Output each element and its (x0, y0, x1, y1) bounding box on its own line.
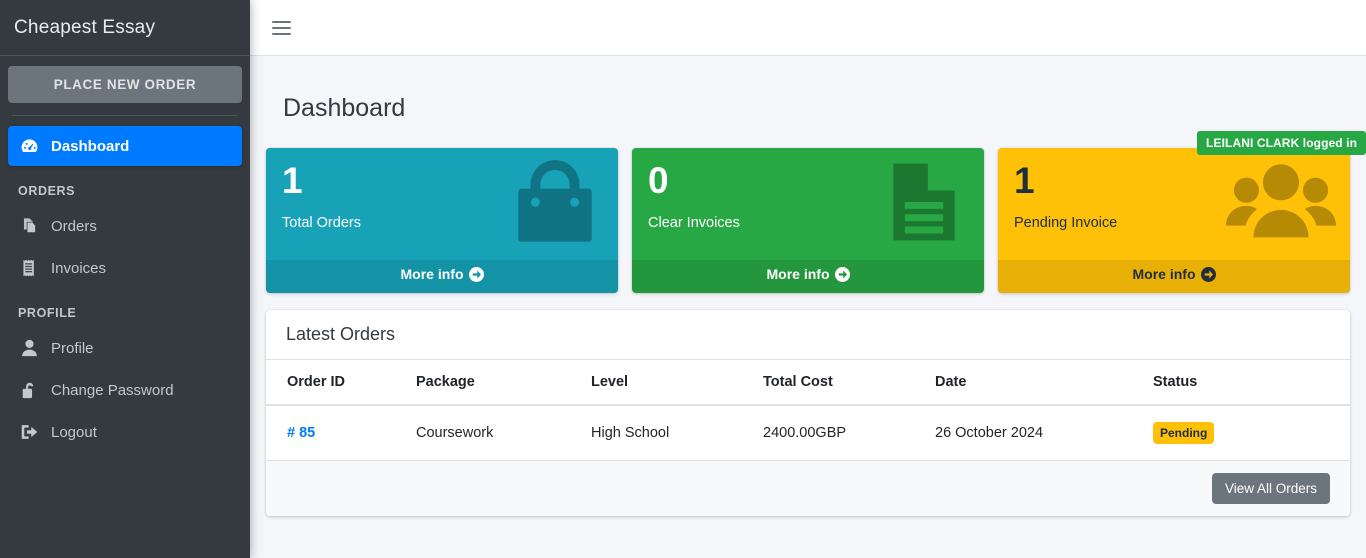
tachometer-icon (18, 136, 40, 156)
status-badge-logged-in: LEILANI CLARK logged in (1197, 131, 1366, 155)
sidebar-item-label: Orders (51, 217, 97, 235)
stat-card-more-info-label: More info (400, 266, 464, 282)
sidebar-item-dashboard[interactable]: Dashboard (8, 126, 242, 166)
app-root: Cheapest Essay PLACE NEW ORDER Dashboard… (0, 0, 1366, 558)
sidebar-item-logout[interactable]: Logout (8, 412, 242, 452)
sidebar: Cheapest Essay PLACE NEW ORDER Dashboard… (0, 0, 250, 558)
sidebar-body: PLACE NEW ORDER Dashboard ORDERS Orders … (0, 56, 250, 454)
sidebar-section-header-profile: PROFILE (18, 306, 77, 320)
table-head: Order ID Package Level Total Cost Date S… (266, 360, 1350, 406)
unlock-icon (18, 380, 40, 400)
circle-arrow-right-icon (834, 267, 850, 285)
cell-level: High School (591, 405, 763, 461)
sidebar-item-invoices[interactable]: Invoices (8, 248, 242, 288)
column-header-package: Package (416, 360, 591, 406)
column-header-date: Date (935, 360, 1153, 406)
column-header-level: Level (591, 360, 763, 406)
stat-card-number: 1 (282, 160, 303, 201)
column-header-status: Status (1153, 360, 1350, 406)
circle-arrow-right-icon (468, 267, 484, 285)
cell-total-cost: 2400.00GBP (763, 405, 935, 461)
stat-card-number: 1 (1014, 160, 1035, 201)
sidebar-item-label: Dashboard (51, 137, 130, 155)
user-icon (18, 338, 40, 358)
stat-card-more-info-link[interactable]: More info (266, 260, 618, 293)
latest-orders-table: Order ID Package Level Total Cost Date S… (266, 360, 1350, 461)
cell-package: Coursework (416, 405, 591, 461)
sidebar-item-label: Logout (51, 423, 97, 441)
table-body: # 85 Coursework High School 2400.00GBP 2… (266, 405, 1350, 461)
latest-orders-card: Latest Orders Order ID Package Level Tot… (266, 310, 1350, 516)
brand[interactable]: Cheapest Essay (0, 0, 250, 56)
stat-card-total-orders[interactable]: 1 Total Orders More info (266, 148, 618, 293)
sidebar-item-orders[interactable]: Orders (8, 206, 242, 246)
cell-status: Pending (1153, 405, 1350, 461)
page-title: Dashboard (283, 94, 406, 122)
sidebar-item-change-password[interactable]: Change Password (8, 370, 242, 410)
stat-card-more-info-label: More info (766, 266, 830, 282)
stat-card-pending-invoice[interactable]: 1 Pending Invoice More info (998, 148, 1350, 293)
latest-orders-header: Latest Orders (266, 310, 1350, 360)
stat-card-label: Clear Invoices (648, 215, 740, 231)
latest-orders-title: Latest Orders (286, 324, 396, 344)
sidebar-item-label: Profile (51, 339, 94, 357)
cell-order-id: # 85 (266, 405, 416, 461)
brand-title: Cheapest Essay (14, 16, 156, 38)
main-area: LEILANI CLARK logged in Dashboard 1 Tota… (250, 0, 1366, 558)
sidebar-section-header-orders: ORDERS (18, 184, 76, 198)
copy-files-icon (18, 216, 40, 236)
stat-card-number: 0 (648, 160, 669, 201)
hamburger-icon[interactable] (270, 15, 296, 41)
place-new-order-button[interactable]: PLACE NEW ORDER (8, 66, 242, 103)
column-header-order-id: Order ID (266, 360, 416, 406)
receipt-icon (18, 258, 40, 278)
column-header-total-cost: Total Cost (763, 360, 935, 406)
order-id-link[interactable]: # 85 (287, 425, 315, 441)
sidebar-divider (12, 115, 238, 116)
sign-out-icon (18, 422, 40, 442)
sidebar-item-profile[interactable]: Profile (8, 328, 242, 368)
content-wrapper: LEILANI CLARK logged in Dashboard 1 Tota… (250, 56, 1366, 558)
view-all-orders-button[interactable]: View All Orders (1211, 473, 1330, 504)
latest-orders-footer: View All Orders (266, 461, 1350, 516)
sidebar-item-label: Change Password (51, 381, 174, 399)
cell-date: 26 October 2024 (935, 405, 1153, 461)
stat-card-body: 1 Pending Invoice (998, 148, 1350, 260)
stat-card-body: 1 Total Orders (266, 148, 618, 260)
circle-arrow-right-icon (1200, 267, 1216, 285)
stat-card-more-info-label: More info (1132, 266, 1196, 282)
top-navbar (250, 0, 1366, 56)
sidebar-item-label: Invoices (51, 259, 107, 277)
status-badge: Pending (1153, 422, 1215, 444)
stat-card-body: 0 Clear Invoices (632, 148, 984, 260)
stat-card-clear-invoices[interactable]: 0 Clear Invoices More info (632, 148, 984, 293)
table-header-row: Order ID Package Level Total Cost Date S… (266, 360, 1350, 406)
stat-card-more-info-link[interactable]: More info (998, 260, 1350, 293)
table-row: # 85 Coursework High School 2400.00GBP 2… (266, 405, 1350, 461)
stat-card-label: Pending Invoice (1014, 215, 1118, 231)
stat-card-label: Total Orders (282, 215, 361, 231)
stat-card-more-info-link[interactable]: More info (632, 260, 984, 293)
